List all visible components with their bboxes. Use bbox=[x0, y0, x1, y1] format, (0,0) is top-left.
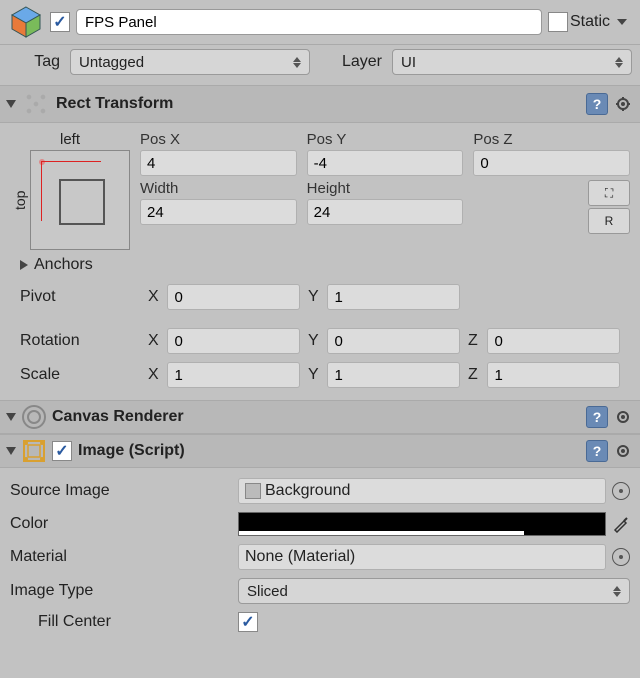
width-label: Width bbox=[140, 180, 297, 197]
pivot-y-input[interactable] bbox=[327, 284, 460, 310]
gameobject-name-input[interactable] bbox=[76, 9, 542, 35]
anchors-label: Anchors bbox=[34, 256, 93, 274]
image-component-title: Image (Script) bbox=[78, 442, 580, 460]
pivot-x-input[interactable] bbox=[167, 284, 300, 310]
color-field[interactable] bbox=[238, 512, 606, 536]
help-icon[interactable]: ? bbox=[586, 406, 608, 428]
canvas-renderer-header: Canvas Renderer ? bbox=[0, 400, 640, 434]
pos-x-input[interactable] bbox=[140, 150, 297, 176]
material-label: Material bbox=[10, 548, 230, 566]
width-input[interactable] bbox=[140, 199, 297, 225]
canvas-renderer-foldout[interactable] bbox=[6, 413, 16, 421]
object-picker-button[interactable] bbox=[612, 548, 630, 566]
static-dropdown[interactable] bbox=[612, 9, 632, 35]
source-image-label: Source Image bbox=[10, 482, 230, 500]
source-image-field[interactable]: Background bbox=[238, 478, 606, 504]
image-enable-checkbox[interactable] bbox=[52, 441, 72, 461]
rotation-x-input[interactable] bbox=[167, 328, 300, 354]
fill-center-checkbox[interactable] bbox=[238, 612, 258, 632]
material-field[interactable]: None (Material) bbox=[238, 544, 606, 570]
layer-select[interactable]: UI bbox=[392, 49, 632, 75]
rotation-label: Rotation bbox=[20, 332, 140, 350]
scale-x-input[interactable] bbox=[167, 362, 300, 388]
image-type-select[interactable]: Sliced bbox=[238, 578, 630, 604]
pos-z-label: Pos Z bbox=[473, 131, 630, 148]
static-checkbox[interactable] bbox=[548, 12, 568, 32]
eyedropper-icon[interactable] bbox=[612, 515, 630, 533]
rotation-y-input[interactable] bbox=[327, 328, 460, 354]
settings-icon[interactable] bbox=[614, 441, 634, 461]
help-icon[interactable]: ? bbox=[586, 440, 608, 462]
height-label: Height bbox=[307, 180, 464, 197]
settings-icon[interactable] bbox=[614, 94, 634, 114]
color-label: Color bbox=[10, 515, 230, 533]
rect-transform-title: Rect Transform bbox=[56, 95, 580, 113]
canvas-renderer-icon bbox=[22, 405, 46, 429]
image-component-icon bbox=[22, 439, 46, 463]
scale-z-input[interactable] bbox=[487, 362, 620, 388]
tag-label: Tag bbox=[8, 53, 64, 71]
object-picker-button[interactable] bbox=[612, 482, 630, 500]
rect-transform-header: Rect Transform ? bbox=[0, 85, 640, 123]
pivot-label: Pivot bbox=[20, 288, 140, 306]
image-component-body: Source Image Background Color Ma bbox=[0, 468, 640, 642]
raw-edit-button[interactable]: R bbox=[588, 208, 630, 234]
anchor-preset-widget[interactable]: left top bbox=[10, 131, 130, 250]
enable-checkbox[interactable] bbox=[50, 12, 70, 32]
canvas-renderer-title: Canvas Renderer bbox=[52, 408, 580, 426]
tag-layer-row: Tag Untagged Layer UI bbox=[0, 45, 640, 85]
static-label: Static bbox=[570, 13, 610, 31]
gameobject-header: Static bbox=[0, 0, 640, 45]
height-input[interactable] bbox=[307, 199, 464, 225]
pos-z-input[interactable] bbox=[473, 150, 630, 176]
image-type-label: Image Type bbox=[10, 582, 230, 600]
settings-icon[interactable] bbox=[614, 407, 634, 427]
pos-y-label: Pos Y bbox=[307, 131, 464, 148]
fill-center-label: Fill Center bbox=[38, 613, 230, 631]
scale-label: Scale bbox=[20, 366, 140, 384]
pos-y-input[interactable] bbox=[307, 150, 464, 176]
help-icon[interactable]: ? bbox=[586, 93, 608, 115]
gameobject-icon[interactable] bbox=[8, 4, 44, 40]
rect-transform-body: left top Pos X Pos bbox=[0, 123, 640, 400]
scale-y-input[interactable] bbox=[327, 362, 460, 388]
sprite-icon bbox=[245, 483, 261, 499]
rect-transform-foldout[interactable] bbox=[6, 100, 16, 108]
tag-select[interactable]: Untagged bbox=[70, 49, 310, 75]
blueprint-mode-button[interactable]: ⛶ bbox=[588, 180, 630, 206]
image-foldout[interactable] bbox=[6, 447, 16, 455]
rotation-z-input[interactable] bbox=[487, 328, 620, 354]
rect-transform-icon bbox=[22, 90, 50, 118]
pos-x-label: Pos X bbox=[140, 131, 297, 148]
image-component-header: Image (Script) ? bbox=[0, 434, 640, 468]
layer-label: Layer bbox=[316, 53, 386, 71]
anchors-foldout[interactable] bbox=[20, 260, 28, 270]
